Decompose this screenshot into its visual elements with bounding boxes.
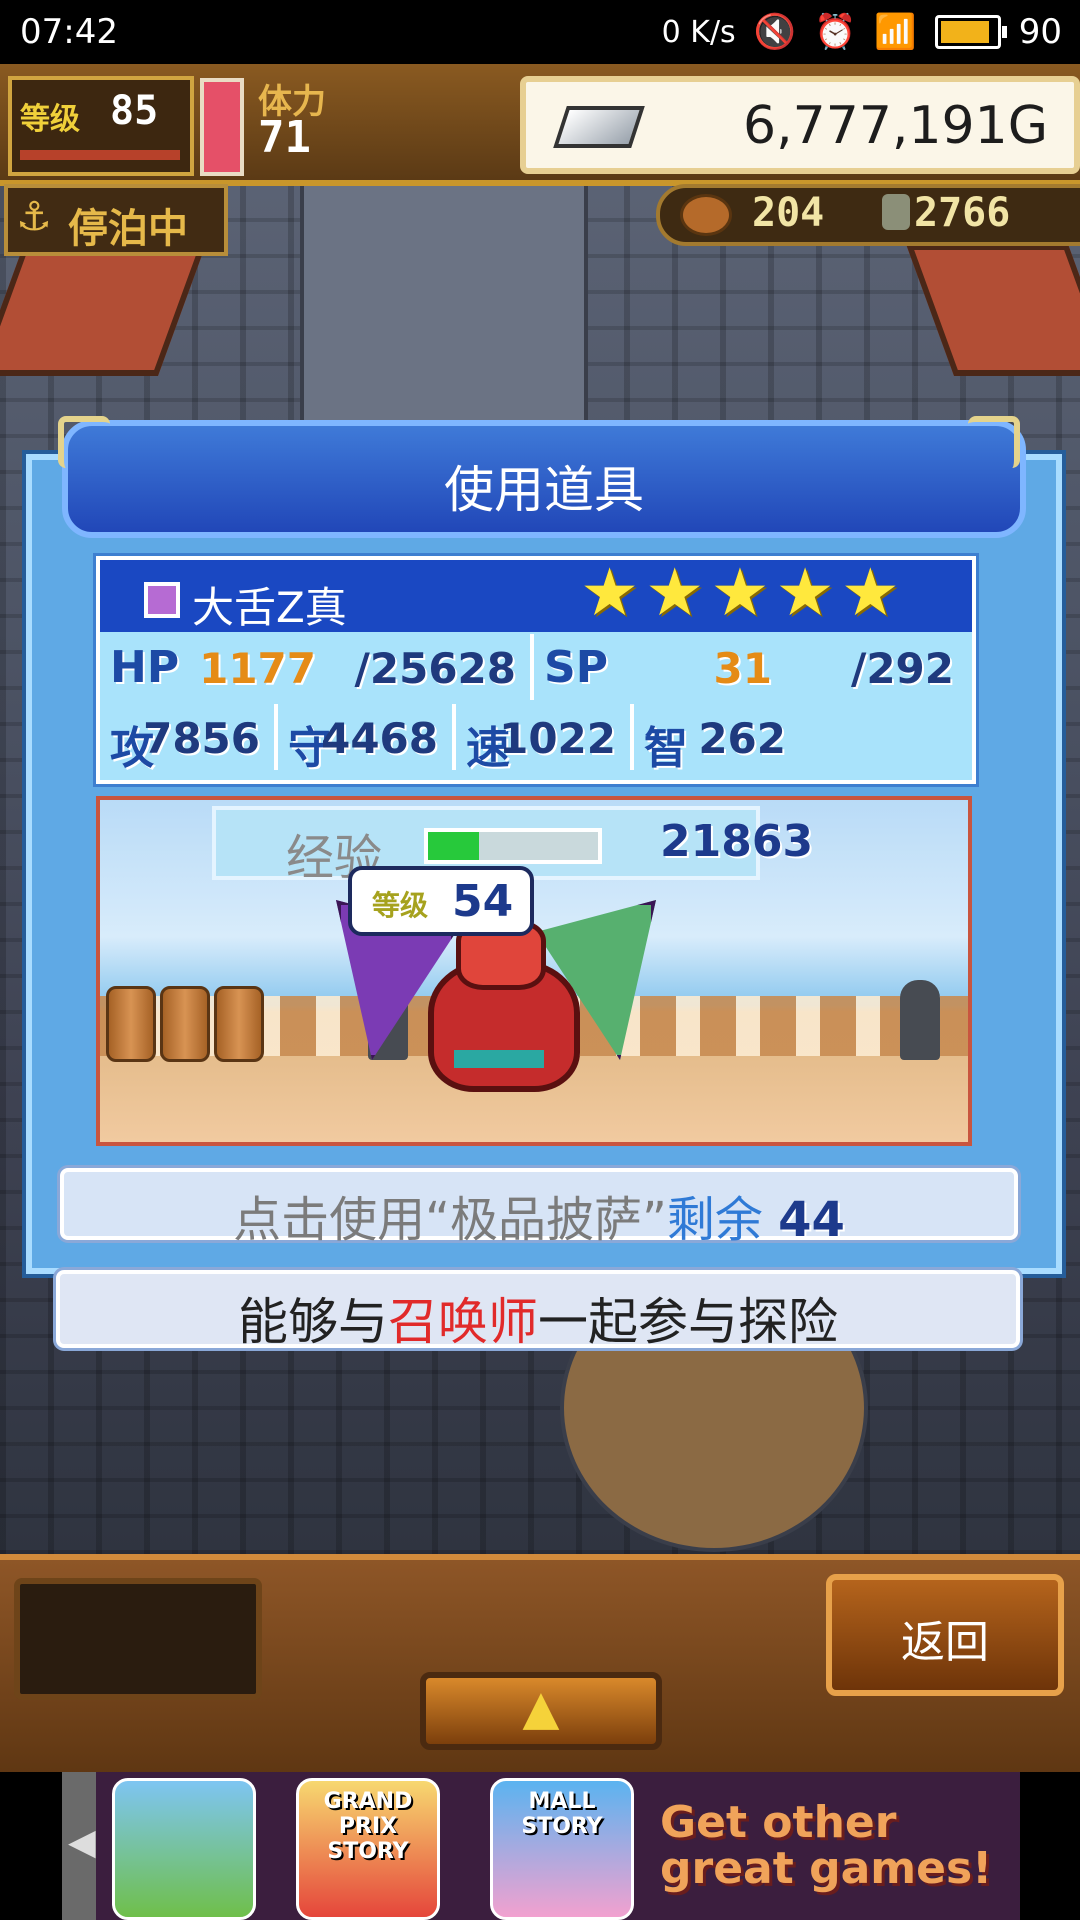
frame-corner [58, 416, 110, 468]
monster-stats-panel: 大舌Z真 ★ ★ ★ ★ ★ HP 1177 /25628 SP 31 /292… [96, 554, 976, 784]
ad-game3-label: MALL STORY [521, 1789, 603, 1839]
player-level-box: 等级 85 [8, 76, 194, 176]
battery-level: 90 [1018, 12, 1062, 52]
hp-sp-row: HP 1177 /25628 SP 31 /292 [100, 634, 972, 700]
attack-cell: 攻 7856 [100, 704, 278, 774]
star-icon: ★ [710, 554, 770, 631]
ad-game-mallstory-icon[interactable]: MALL STORY [490, 1778, 634, 1920]
monster-name: 大舌Z真 [192, 583, 347, 632]
intelligence-value: 262 [698, 714, 786, 763]
monster-header: 大舌Z真 ★ ★ ★ ★ ★ [100, 554, 972, 632]
scroll-up-button[interactable]: ▲ [420, 1672, 662, 1750]
resources-bar: 204 2766 [656, 184, 1080, 246]
dialog-title: 使用道具 [444, 461, 644, 519]
hp-label: HP [110, 642, 180, 693]
ad-prev-button[interactable]: ◀ [62, 1772, 96, 1920]
barrel [160, 986, 210, 1062]
rarity-gem-icon [144, 582, 180, 618]
monster-level-label: 等级 [372, 889, 429, 922]
speed-cell: 速 1022 [456, 704, 634, 774]
use-item-text: 点击使用“极品披萨” [233, 1192, 667, 1248]
defense-cell: 守 4468 [278, 704, 456, 774]
attributes-row: 攻 7856 守 4468 速 1022 智 262 [100, 704, 972, 774]
player-level: 85 [110, 88, 159, 134]
use-item-button[interactable]: 点击使用“极品披萨”剩余 44 [60, 1168, 1018, 1248]
status-icons: 0 K/s 🔇 ⏰ 📶 90 [662, 12, 1062, 52]
stamina-bar [200, 78, 244, 176]
intelligence-cell: 智 262 [634, 704, 968, 774]
back-button-label: 返回 [901, 1617, 989, 1668]
building-roof [0, 244, 207, 376]
star-icon: ★ [840, 554, 900, 631]
money-amount: 6,777,191G [743, 96, 1048, 156]
remaining-count: 44 [778, 1192, 845, 1248]
exp-bar [20, 150, 180, 160]
rating-stars: ★ ★ ★ ★ ★ [580, 554, 900, 631]
defense-value: 4468 [321, 714, 438, 763]
star-icon: ★ [645, 554, 705, 631]
left-arrow-icon: ◀ [68, 1822, 96, 1863]
status-bar: 07:42 0 K/s 🔇 ⏰ 📶 90 [0, 0, 1080, 64]
description-part2: 一起参与探险 [538, 1293, 838, 1351]
exp-value: 21863 [660, 816, 814, 867]
alarm-icon: ⏰ [814, 12, 857, 52]
description-highlight: 召唤师 [388, 1293, 538, 1351]
item-description: 能够与召唤师一起参与探险 [56, 1270, 1020, 1351]
net-speed: 0 K/s [661, 14, 736, 50]
hp-max: /25628 [354, 644, 516, 693]
sp-max: /292 [850, 644, 954, 693]
cannon [900, 980, 940, 1060]
food-count: 204 [752, 190, 825, 236]
description-part1: 能够与 [238, 1293, 388, 1351]
ad-tagline[interactable]: Get other great games! [660, 1800, 1010, 1910]
castle-tower [300, 144, 588, 432]
empty-slot [14, 1578, 262, 1700]
back-button[interactable]: 返回 [826, 1574, 1064, 1696]
monster-preview-scene[interactable]: 经验 21863 等级 54 [96, 796, 972, 1146]
battery-icon [934, 15, 1007, 49]
barrel [214, 986, 264, 1062]
exp-progress-bar [424, 828, 602, 864]
dock-status-badge[interactable]: ⚓ 停泊中 [4, 184, 228, 256]
ad-game-kingdom-icon[interactable] [112, 1778, 256, 1920]
hp-current: 1177 [199, 644, 316, 693]
monster-level: 54 [452, 876, 514, 927]
building-roof [905, 244, 1080, 376]
ad-game2-label: GRAND PRIX STORY [323, 1789, 413, 1864]
star-icon: ★ [580, 554, 640, 631]
up-arrow-icon: ▲ [522, 1680, 560, 1736]
clock: 07:42 [20, 12, 118, 52]
barrel [106, 986, 156, 1062]
attack-value: 7856 [143, 714, 260, 763]
ad-game-grandprix-icon[interactable]: GRAND PRIX STORY [296, 1778, 440, 1920]
hp-cell: HP 1177 /25628 [100, 634, 534, 700]
level-label: 等级 [20, 102, 80, 137]
star-icon: ★ [775, 554, 835, 631]
exp-progress-fill [428, 832, 479, 860]
wifi-icon: 📶 [874, 12, 917, 52]
remaining-label: 剩余 [666, 1192, 763, 1248]
stamina-value: 71 [258, 112, 311, 163]
sp-cell: SP 31 /292 [534, 634, 968, 700]
silver-bar-icon [553, 106, 645, 148]
medal-count: 2766 [914, 190, 1011, 236]
sp-current: 31 [713, 644, 772, 693]
money-panel: 6,777,191G [520, 76, 1080, 174]
dialog-title-bar: 使用道具 [62, 420, 1026, 538]
frame-corner [968, 416, 1020, 468]
anchor-icon: ⚓ [16, 194, 52, 240]
food-icon [680, 194, 732, 236]
medal-icon [882, 194, 910, 230]
sp-label: SP [544, 642, 608, 693]
mute-icon: 🔇 [753, 12, 797, 52]
monster-level-bubble: 等级 54 [348, 866, 534, 936]
intelligence-label: 智 [644, 723, 688, 774]
dock-status: 停泊中 [68, 206, 188, 252]
speed-value: 1022 [499, 714, 616, 763]
